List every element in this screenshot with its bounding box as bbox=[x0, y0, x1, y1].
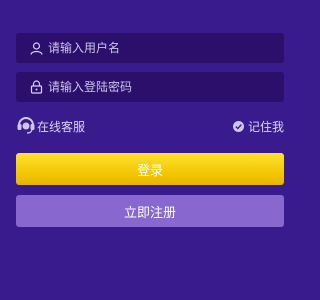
login-button[interactable]: 登录 bbox=[16, 153, 284, 185]
user-icon bbox=[29, 41, 43, 55]
headset-icon bbox=[16, 114, 36, 138]
lock-icon bbox=[29, 80, 43, 94]
options-row: 在线客服 记住我 bbox=[16, 114, 284, 136]
password-input[interactable] bbox=[48, 72, 284, 102]
username-input[interactable] bbox=[48, 33, 284, 63]
password-field[interactable] bbox=[16, 72, 284, 102]
username-field[interactable] bbox=[16, 33, 284, 63]
remember-me-toggle[interactable]: 记住我 bbox=[232, 117, 284, 136]
online-service-link[interactable]: 在线客服 bbox=[16, 114, 85, 138]
register-button[interactable]: 立即注册 bbox=[16, 195, 284, 227]
remember-me-label: 记住我 bbox=[247, 120, 284, 134]
check-circle-icon bbox=[232, 117, 244, 136]
online-service-label: 在线客服 bbox=[37, 119, 86, 134]
